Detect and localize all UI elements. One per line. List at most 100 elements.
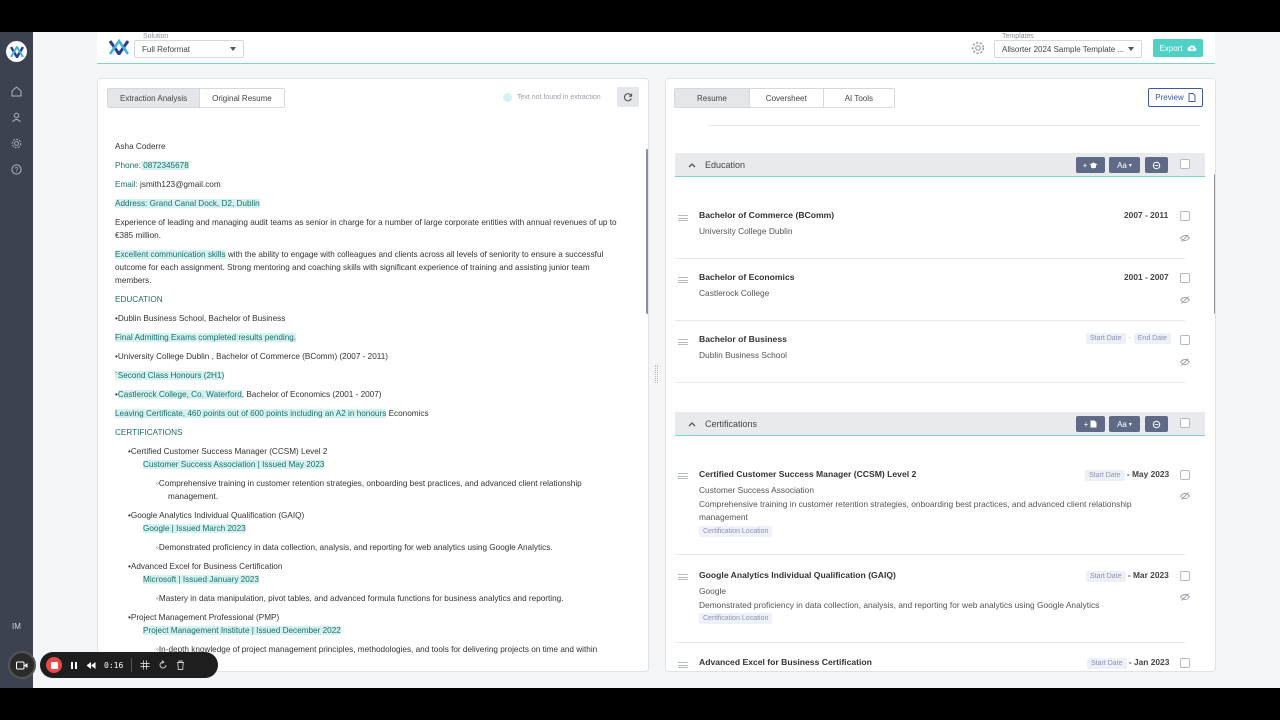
font-style-button[interactable]: Aa ▾ xyxy=(1109,157,1140,173)
user-initials[interactable]: IM xyxy=(0,622,33,631)
drag-handle-icon[interactable] xyxy=(678,277,688,283)
chevron-up-icon[interactable] xyxy=(687,160,697,170)
export-label: Export xyxy=(1159,43,1183,53)
education-entry-school[interactable]: Castlerock College xyxy=(699,288,769,298)
section-checkbox[interactable] xyxy=(1180,418,1190,428)
app-logo[interactable] xyxy=(6,41,27,62)
resume-line: •Castlerock College, Co. Waterford, Bach… xyxy=(115,389,382,401)
resume-text-segment: CERTIFICATIONS xyxy=(115,428,183,437)
section-refresh-button[interactable] xyxy=(1145,157,1168,173)
tab-ai-tools[interactable]: AI Tools xyxy=(823,89,895,107)
recorder-controls: 0:16 xyxy=(40,652,218,678)
drag-handle-icon[interactable] xyxy=(678,473,688,479)
entry-checkbox[interactable] xyxy=(1180,571,1190,581)
resume-line: Final Admitting Exams completed results … xyxy=(115,332,297,344)
solution-select[interactable]: Full Reformat xyxy=(134,40,244,58)
resume-line: •Certified Customer Success Manager (CCS… xyxy=(128,446,327,458)
certifications-section-header[interactable]: Certifications + Aa ▾ xyxy=(675,412,1205,436)
certification-location-field[interactable]: Certification Location xyxy=(699,526,773,537)
certification-entry-title[interactable]: Advanced Excel for Business Certificatio… xyxy=(699,657,872,667)
section-checkbox[interactable] xyxy=(1180,159,1190,169)
eye-off-icon[interactable] xyxy=(1180,492,1190,500)
certification-location-field[interactable]: Certification Location xyxy=(699,613,773,624)
gear-icon[interactable] xyxy=(971,41,985,55)
font-style-button[interactable]: Aa ▾ xyxy=(1109,416,1140,432)
certification-entry-title[interactable]: Certified Customer Success Manager (CCSM… xyxy=(699,469,916,479)
entry-checkbox[interactable] xyxy=(1180,658,1190,668)
add-certification-button[interactable]: + xyxy=(1076,416,1105,432)
stop-record-button[interactable] xyxy=(46,657,62,673)
resume-line: Asha Coderre xyxy=(115,141,166,153)
resume-line: •University College Dublin , Bachelor of… xyxy=(115,351,388,363)
resume-line: Email: jsmith123@gmail.com xyxy=(115,179,221,191)
entry-separator xyxy=(675,642,1185,643)
refresh-button[interactable] xyxy=(617,87,639,107)
panel-resize-handle[interactable] xyxy=(655,365,658,383)
pause-icon[interactable] xyxy=(70,661,78,670)
drag-handle-icon[interactable] xyxy=(678,339,688,345)
tab-coversheet[interactable]: Coversheet xyxy=(749,89,824,107)
entry-checkbox[interactable] xyxy=(1180,211,1190,221)
trash-icon[interactable] xyxy=(176,660,185,670)
tab-original-resume[interactable]: Original Resume xyxy=(200,89,284,107)
tab-extraction-analysis[interactable]: Extraction Analysis xyxy=(108,89,201,107)
eye-off-icon[interactable] xyxy=(1180,593,1190,601)
start-date-field[interactable]: Start Date xyxy=(1085,470,1125,481)
start-date-field[interactable]: Start Date xyxy=(1086,571,1126,582)
drag-handle-icon[interactable] xyxy=(678,574,688,580)
section-divider xyxy=(708,125,1200,126)
eye-off-icon[interactable] xyxy=(1180,358,1190,366)
education-entry-dates[interactable]: 2007 - 2011 xyxy=(1124,210,1168,220)
certification-entry-description[interactable]: Demonstrated proficiency in data collect… xyxy=(699,599,1169,612)
home-icon[interactable] xyxy=(9,84,24,99)
resume-line: EDUCATION xyxy=(115,294,163,306)
education-entry-school[interactable]: University College Dublin xyxy=(699,226,793,236)
start-date-field[interactable]: Start Date xyxy=(1087,658,1127,669)
add-education-button[interactable]: + xyxy=(1076,157,1105,173)
resume-text-segment: Phone: xyxy=(115,161,141,170)
eye-off-icon[interactable] xyxy=(1180,234,1190,242)
entry-checkbox[interactable] xyxy=(1180,470,1190,480)
end-date[interactable]: - Mar 2023 xyxy=(1128,570,1169,580)
certification-entry-issuer[interactable]: Customer Success Association xyxy=(699,485,814,495)
preview-button[interactable]: Preview xyxy=(1148,88,1203,107)
certification-entry-title[interactable]: Google Analytics Individual Qualificatio… xyxy=(699,570,896,580)
grid-icon[interactable] xyxy=(140,660,150,670)
tab-resume[interactable]: Resume xyxy=(675,89,750,107)
resume-line: •Project Management Professional (PMP) xyxy=(128,612,279,624)
document-icon xyxy=(1188,93,1196,102)
entry-checkbox[interactable] xyxy=(1180,335,1190,345)
camera-icon[interactable] xyxy=(8,651,36,679)
user-icon[interactable] xyxy=(9,110,24,125)
chevron-up-icon[interactable] xyxy=(687,419,697,429)
export-button[interactable]: Export xyxy=(1153,39,1203,57)
left-scrollbar[interactable] xyxy=(646,149,648,314)
entry-checkbox[interactable] xyxy=(1180,273,1190,283)
certification-entry-issuer[interactable]: Google xyxy=(699,586,726,596)
education-entry-title[interactable]: Bachelor of Economics xyxy=(699,272,795,282)
date-dash: - xyxy=(1128,335,1131,342)
education-entry-title[interactable]: Bachelor of Business xyxy=(699,334,787,344)
drag-handle-icon[interactable] xyxy=(678,662,688,668)
eye-off-icon[interactable] xyxy=(1180,296,1190,304)
restart-icon[interactable] xyxy=(158,660,168,670)
drag-handle-icon[interactable] xyxy=(678,215,688,221)
end-date[interactable]: - May 2023 xyxy=(1127,469,1169,479)
rewind-icon[interactable] xyxy=(86,661,96,670)
settings-icon[interactable] xyxy=(9,136,24,151)
section-refresh-button[interactable] xyxy=(1145,416,1168,432)
end-date-field[interactable]: End Date xyxy=(1133,333,1171,344)
help-icon[interactable]: ? xyxy=(9,162,24,177)
top-header: Solution Full Reformat Templates Allsort… xyxy=(97,32,1215,64)
certification-entry-description[interactable]: Comprehensive training in customer reten… xyxy=(699,498,1169,524)
education-entry-title[interactable]: Bachelor of Commerce (BComm) xyxy=(699,210,834,220)
education-section-header[interactable]: Education + Aa ▾ xyxy=(675,153,1205,177)
templates-select[interactable]: Allsorter 2024 Sample Template ... xyxy=(994,40,1142,58)
end-date[interactable]: - Jan 2023 xyxy=(1129,657,1170,667)
right-scrollbar[interactable] xyxy=(1214,174,1215,314)
resume-text-segment: Economics xyxy=(386,409,429,418)
education-entry-school[interactable]: Dublin Business School xyxy=(699,350,787,360)
solution-value: Full Reformat xyxy=(142,45,191,54)
start-date-field[interactable]: Start Date xyxy=(1086,333,1126,344)
education-entry-dates[interactable]: 2001 - 2007 xyxy=(1124,272,1169,282)
